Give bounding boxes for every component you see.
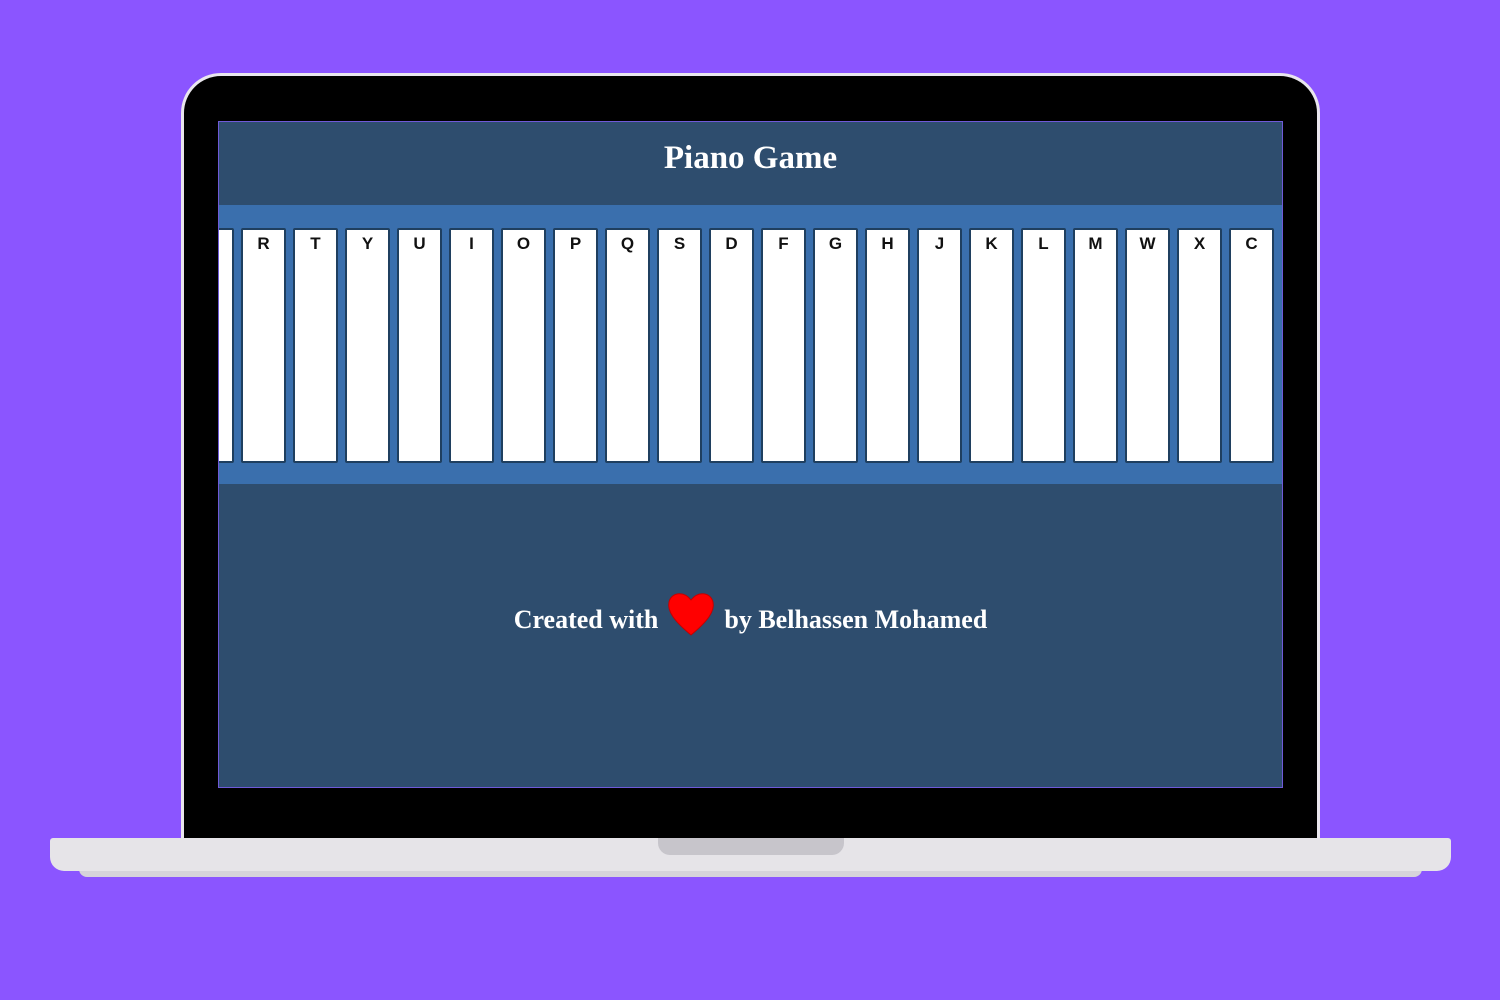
- piano-key-label: M: [1088, 234, 1103, 253]
- piano-key[interactable]: U: [397, 228, 442, 463]
- piano-key[interactable]: X: [1177, 228, 1222, 463]
- piano-key[interactable]: S: [657, 228, 702, 463]
- piano-key[interactable]: J: [917, 228, 962, 463]
- piano-keyboard: ERTYUIOPQSDFGHJKLMWXC: [219, 205, 1282, 484]
- piano-key-label: J: [934, 234, 945, 253]
- credits-prefix: Created with: [513, 605, 659, 634]
- piano-key-label: X: [1193, 234, 1206, 253]
- page-title: Piano Game: [663, 140, 838, 176]
- piano-key[interactable]: H: [865, 228, 910, 463]
- piano-key[interactable]: D: [709, 228, 754, 463]
- laptop-notch: [658, 838, 844, 855]
- piano-key-label: U: [413, 234, 426, 253]
- piano-key-label: T: [310, 234, 321, 253]
- piano-key-label: Y: [361, 234, 374, 253]
- credits-author: by Belhassen Mohamed: [724, 605, 988, 634]
- piano-key-label: O: [516, 234, 531, 253]
- piano-key-label: L: [1038, 234, 1049, 253]
- piano-key[interactable]: R: [241, 228, 286, 463]
- piano-key-label: S: [673, 234, 686, 253]
- piano-key[interactable]: L: [1021, 228, 1066, 463]
- piano-key[interactable]: P: [553, 228, 598, 463]
- piano-key-label: D: [725, 234, 738, 253]
- piano-key-label: C: [1245, 234, 1258, 253]
- piano-key[interactable]: Y: [345, 228, 390, 463]
- piano-key-label: P: [569, 234, 582, 253]
- piano-key-label: H: [881, 234, 894, 253]
- piano-keys: ERTYUIOPQSDFGHJKLMWXC: [219, 228, 1274, 463]
- piano-key[interactable]: O: [501, 228, 546, 463]
- piano-key-label: Q: [620, 234, 635, 253]
- piano-key-label: K: [985, 234, 998, 253]
- piano-key[interactable]: E: [219, 228, 234, 463]
- piano-key[interactable]: K: [969, 228, 1014, 463]
- piano-key[interactable]: Q: [605, 228, 650, 463]
- piano-key[interactable]: M: [1073, 228, 1118, 463]
- piano-key-label: I: [469, 234, 474, 253]
- piano-key-label: F: [778, 234, 789, 253]
- piano-key-label: R: [257, 234, 270, 253]
- credits-footer: Created with by Belhassen Mohamed: [219, 593, 1282, 643]
- piano-key[interactable]: C: [1229, 228, 1274, 463]
- piano-key[interactable]: T: [293, 228, 338, 463]
- piano-key[interactable]: I: [449, 228, 494, 463]
- piano-key[interactable]: W: [1125, 228, 1170, 463]
- piano-key[interactable]: G: [813, 228, 858, 463]
- heart-icon: [668, 593, 715, 636]
- piano-key-label: G: [828, 234, 843, 253]
- piano-key[interactable]: F: [761, 228, 806, 463]
- piano-key-label: W: [1139, 234, 1156, 253]
- app-screen: Piano Game E R T Y U I O P Q S D F G H J K L M W X C Created…: [218, 121, 1283, 788]
